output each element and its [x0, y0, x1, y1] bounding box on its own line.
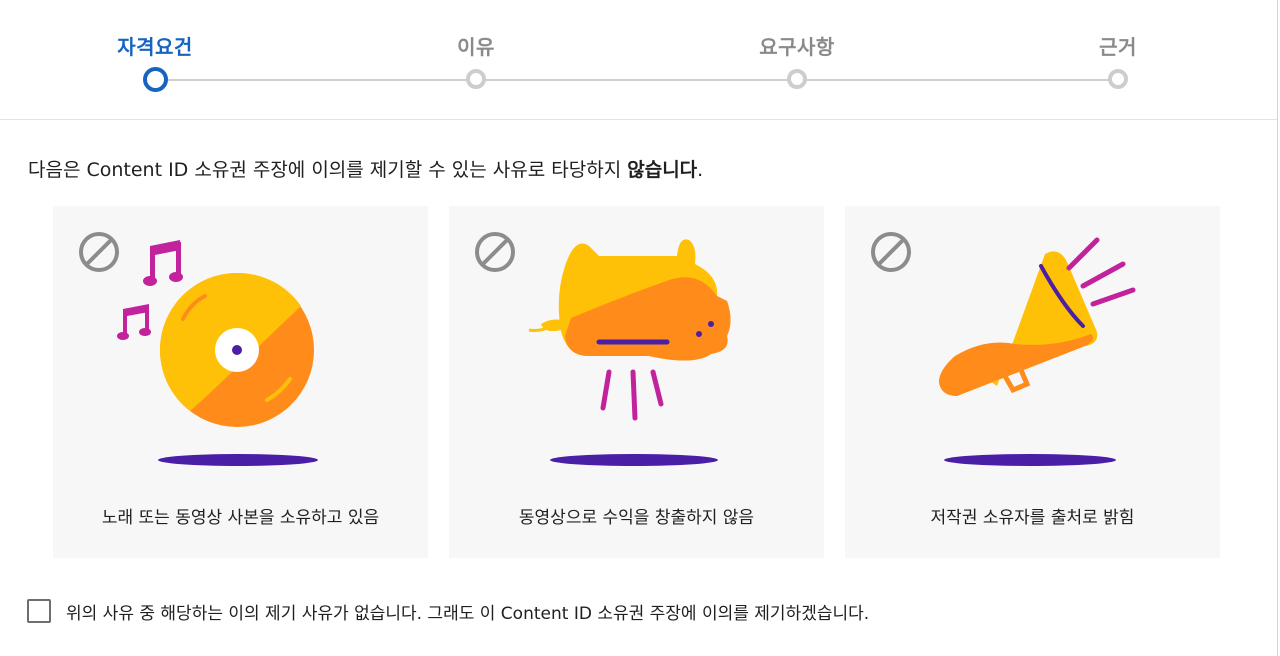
step-requirements[interactable]: 요구사항 — [717, 0, 877, 89]
step-label: 이유 — [457, 35, 495, 59]
step-basis[interactable]: 근거 — [1038, 0, 1198, 89]
reason-card-label: 동영상으로 수익을 창출하지 않음 — [518, 508, 755, 528]
intro-text: 다음은 Content ID 소유권 주장에 이의를 제기할 수 있는 사유로 … — [28, 155, 703, 182]
reason-card-not-monetized: 동영상으로 수익을 창출하지 않음 — [449, 206, 824, 558]
step-dot — [1108, 69, 1128, 89]
step-eligibility[interactable]: 자격요건 — [75, 0, 235, 92]
step-reason[interactable]: 이유 — [396, 0, 556, 89]
progress-stepper: 자격요건 이유 요구사항 근거 — [0, 0, 1277, 120]
confirm-dispute-option[interactable]: 위의 사유 중 해당하는 이의 제기 사유가 없습니다. 그래도 이 Conte… — [27, 599, 870, 624]
intro-text-main: 다음은 Content ID 소유권 주장에 이의를 제기할 수 있는 사유로 … — [28, 159, 628, 181]
step-dot — [466, 69, 486, 89]
reason-card-credited-owner: 저작권 소유자를 출처로 밝힘 — [845, 206, 1220, 558]
step-label: 근거 — [1099, 35, 1137, 59]
window-edge — [1277, 0, 1278, 656]
not-allowed-icon — [79, 232, 119, 272]
step-label: 요구사항 — [759, 35, 835, 59]
step-dot — [787, 69, 807, 89]
intro-end: . — [697, 159, 704, 181]
reason-card-label: 저작권 소유자를 출처로 밝힘 — [930, 508, 1135, 528]
not-allowed-icon — [475, 232, 515, 272]
step-dot-active — [143, 67, 168, 92]
confirm-checkbox[interactable] — [27, 599, 51, 623]
intro-emphasis: 않습니다 — [627, 159, 698, 181]
reason-card-owns-copy: 노래 또는 동영상 사본을 소유하고 있음 — [53, 206, 428, 558]
step-label: 자격요건 — [117, 35, 193, 59]
reason-card-label: 노래 또는 동영상 사본을 소유하고 있음 — [101, 508, 380, 528]
confirm-label: 위의 사유 중 해당하는 이의 제기 사유가 없습니다. 그래도 이 Conte… — [66, 603, 870, 624]
stepper-track — [155, 79, 1118, 81]
not-allowed-icon — [871, 232, 911, 272]
